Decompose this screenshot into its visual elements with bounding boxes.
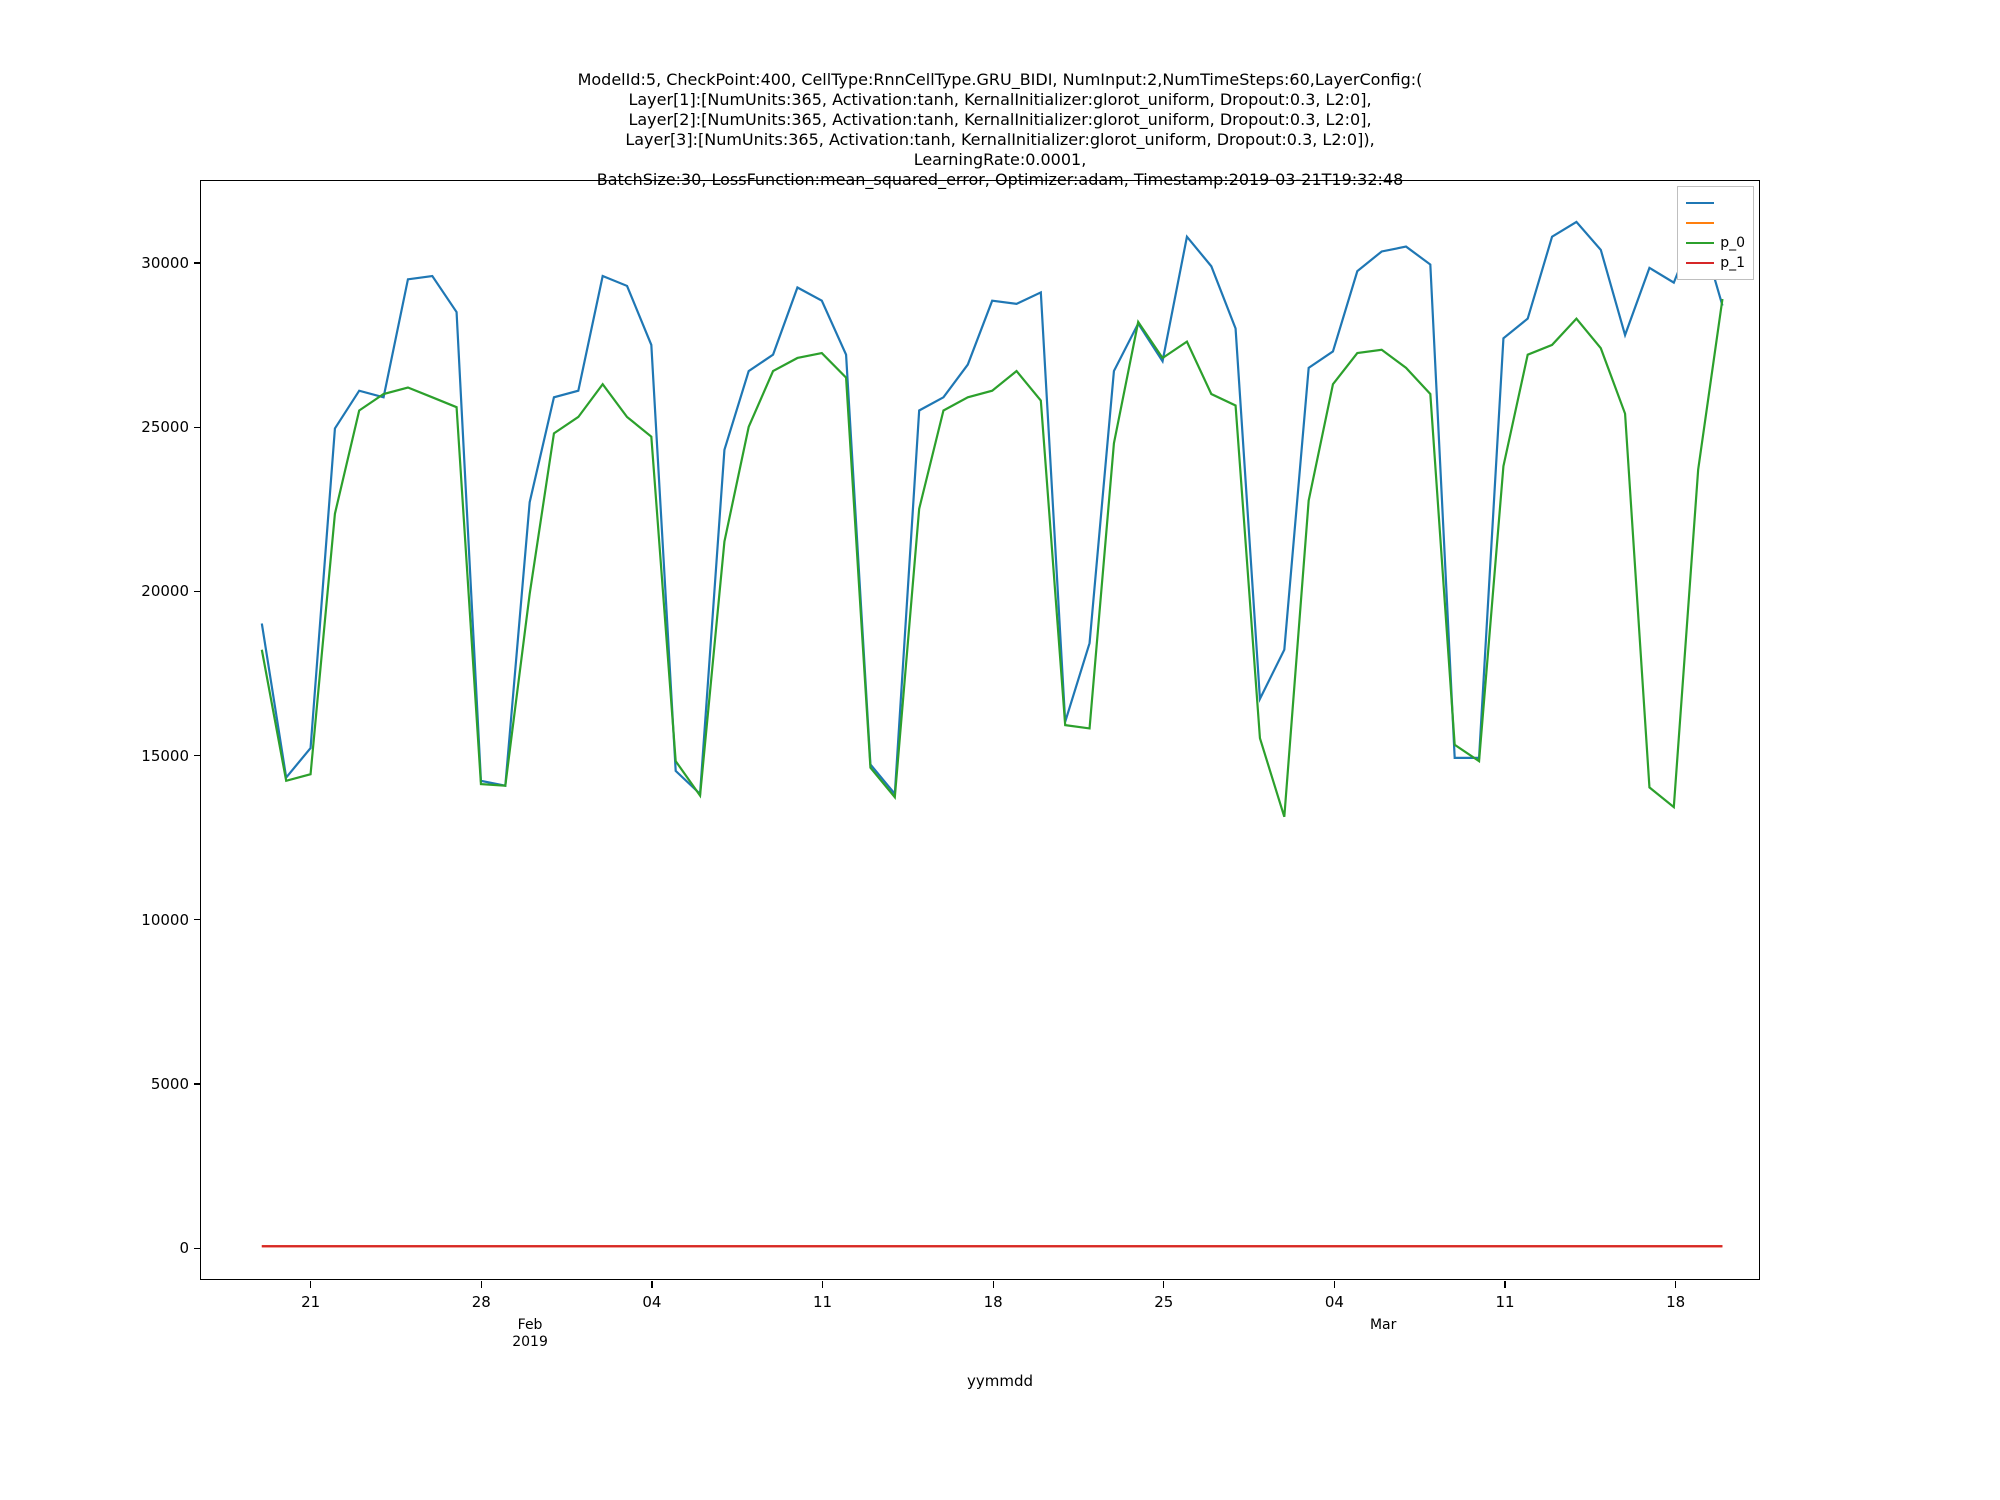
- legend-row: [1686, 213, 1745, 233]
- chart-lines-svg: [201, 181, 1759, 1279]
- legend-swatch: [1686, 262, 1714, 264]
- ytick-mark: [194, 1083, 201, 1084]
- xtick-mark: [310, 1281, 311, 1288]
- legend-row: [1686, 193, 1745, 213]
- xtick-mark: [822, 1281, 823, 1288]
- xtick-label: 04: [1304, 1293, 1364, 1311]
- xtick-label: 25: [1134, 1293, 1194, 1311]
- xtick-mark: [651, 1281, 652, 1288]
- xtick-mark: [481, 1281, 482, 1288]
- xtick-mark: [993, 1281, 994, 1288]
- legend-swatch: [1686, 202, 1714, 204]
- legend-box: p_0p_1: [1677, 186, 1754, 280]
- legend-swatch: [1686, 222, 1714, 224]
- ytick-label: 0: [109, 1239, 189, 1257]
- ytick-label: 30000: [109, 254, 189, 272]
- xtick-label: 11: [793, 1293, 853, 1311]
- legend-swatch: [1686, 242, 1714, 244]
- x-axis-label: yymmdd: [0, 1372, 2000, 1390]
- xtick-mark: [1334, 1281, 1335, 1288]
- xtick-mark: [1675, 1281, 1676, 1288]
- chart-title: ModelId:5, CheckPoint:400, CellType:RnnC…: [0, 70, 2000, 190]
- page: ModelId:5, CheckPoint:400, CellType:RnnC…: [0, 0, 2000, 1500]
- xtick-label: 18: [1646, 1293, 1706, 1311]
- xtick-mark: [1504, 1281, 1505, 1288]
- xtick-label: 11: [1475, 1293, 1535, 1311]
- ytick-mark: [194, 755, 201, 756]
- legend-row: p_1: [1686, 253, 1745, 273]
- xtick-label: 04: [622, 1293, 682, 1311]
- xtick-sublabel: Mar: [1353, 1317, 1413, 1334]
- ytick-label: 10000: [109, 911, 189, 929]
- xtick-sublabel: Feb 2019: [500, 1317, 560, 1351]
- ytick-label: 5000: [109, 1075, 189, 1093]
- series-line: [262, 222, 1723, 794]
- xtick-label: 18: [963, 1293, 1023, 1311]
- legend-row: p_0: [1686, 233, 1745, 253]
- xtick-label: 21: [281, 1293, 341, 1311]
- ytick-label: 20000: [109, 582, 189, 600]
- ytick-mark: [194, 1248, 201, 1249]
- plot-area[interactable]: p_0p_1 050001000015000200002500030000212…: [200, 180, 1760, 1280]
- ytick-mark: [194, 591, 201, 592]
- ytick-label: 15000: [109, 747, 189, 765]
- ytick-label: 25000: [109, 418, 189, 436]
- ytick-mark: [194, 919, 201, 920]
- series-line: [262, 299, 1723, 817]
- legend-label: p_0: [1720, 235, 1745, 251]
- xtick-label: 28: [451, 1293, 511, 1311]
- ytick-mark: [194, 427, 201, 428]
- legend-label: p_1: [1720, 255, 1745, 271]
- xtick-mark: [1163, 1281, 1164, 1288]
- ytick-mark: [194, 262, 201, 263]
